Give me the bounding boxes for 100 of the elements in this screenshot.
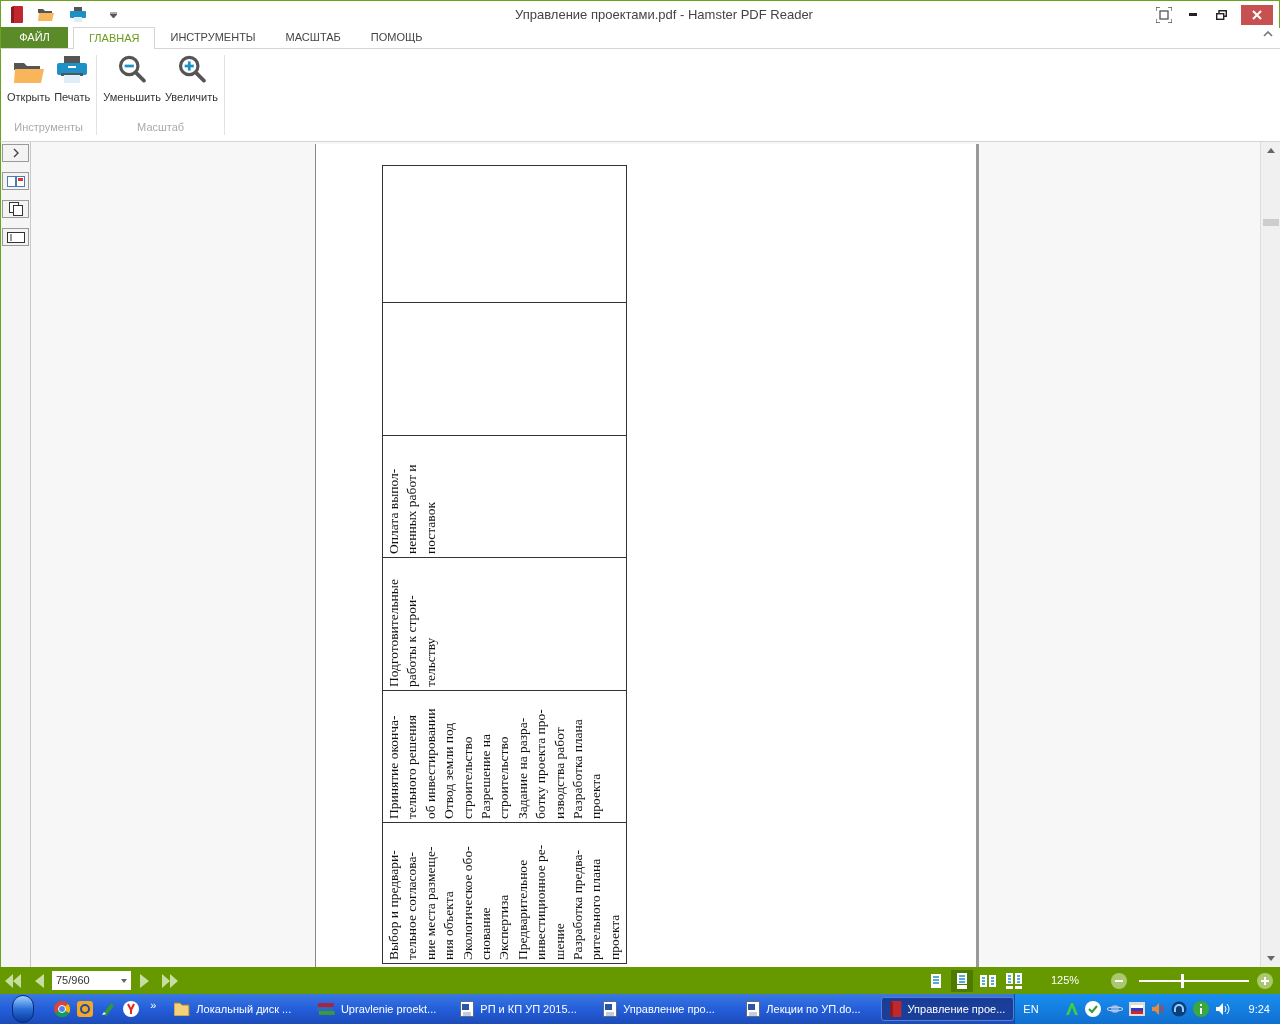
- thumbnails-icon: [6, 175, 25, 187]
- taskbar-task-button[interactable]: Управление про...: [595, 997, 731, 1021]
- volume-icon[interactable]: [1214, 1002, 1231, 1016]
- speaker-icon[interactable]: [1150, 1002, 1165, 1016]
- info-icon[interactable]: [1192, 1001, 1209, 1017]
- document-icon: [460, 1001, 475, 1017]
- cell-text-line: Задание на разра-: [513, 716, 531, 819]
- file-tab[interactable]: ФАЙЛ: [1, 27, 68, 48]
- cell-text-line: Отвод земли под: [440, 721, 458, 819]
- ribbon-tab[interactable]: МАСШТАБ: [270, 27, 356, 48]
- cell-text-line: Подготовительные: [385, 578, 402, 687]
- clock[interactable]: 9:24: [1248, 1000, 1270, 1018]
- plus-icon: [1261, 976, 1269, 985]
- ribbon-button[interactable]: Печать: [52, 55, 93, 107]
- text-field-icon: [6, 231, 25, 243]
- folder-icon: [38, 8, 54, 21]
- cell-text-line: Экспертиза: [495, 893, 513, 960]
- cell-text-line: ботку проекта про-: [532, 708, 550, 819]
- taskbar-task-button[interactable]: Локальный диск ...: [166, 997, 302, 1021]
- taskbar-task-button[interactable]: Upravlenie proekt...: [309, 997, 445, 1021]
- start-button[interactable]: [12, 995, 35, 1023]
- cell-text-line: снование: [477, 906, 495, 960]
- zoom-percentage: 125%: [1051, 973, 1081, 989]
- chevron-up-icon: [1263, 31, 1273, 37]
- language-indicator[interactable]: EN: [1023, 1000, 1039, 1018]
- more-quick-launch-button[interactable]: »: [150, 996, 157, 1014]
- book-icon: [890, 1001, 902, 1017]
- folder-icon: [174, 1002, 191, 1016]
- cell-text-line: инвестиционное ре-: [532, 843, 550, 960]
- restore-icon: [1215, 9, 1227, 20]
- bookmarks-button[interactable]: [2, 228, 29, 246]
- single-page-icon: [931, 973, 941, 988]
- yandex-browser-icon[interactable]: [123, 1001, 140, 1017]
- cell-text-line: ние места размеще-: [421, 845, 439, 960]
- cell-text-line: Предварительное: [513, 858, 531, 960]
- planet-icon[interactable]: [1106, 1002, 1123, 1016]
- ribbon-button[interactable]: Уменьшить: [101, 55, 163, 107]
- cell-text-line: Оплата выпол-: [385, 467, 402, 554]
- zoom-out-button[interactable]: [1111, 972, 1127, 989]
- headphones-icon[interactable]: [1170, 1001, 1187, 1017]
- cell-text-line: Выбор и предвари-: [385, 849, 402, 960]
- minimize-icon: [1189, 13, 1197, 16]
- flag-icon[interactable]: [1128, 1002, 1145, 1016]
- thumbnails-button[interactable]: [2, 172, 29, 190]
- folder-icon: [13, 60, 44, 83]
- ribbon-button[interactable]: Увеличить: [162, 55, 221, 107]
- cell-text-line: поставок: [421, 501, 439, 554]
- checkmark-icon[interactable]: [1084, 1001, 1101, 1017]
- stacked-pages-icon: [8, 202, 23, 216]
- expand-panel-button[interactable]: [2, 144, 29, 162]
- taskbar-task-button[interactable]: Лекции по УП.do...: [738, 997, 874, 1021]
- zoom-in-icon: [176, 55, 207, 83]
- taskbar-task-button[interactable]: РП и КП УП 2015...: [452, 997, 588, 1021]
- document-icon: [603, 1001, 618, 1017]
- page-number-field[interactable]: 75/960: [52, 971, 131, 990]
- cell-text-line: ненных работ и: [403, 463, 421, 554]
- cell-text-line: шение: [550, 922, 568, 960]
- cell-text-line: Разработка предва-: [569, 849, 587, 960]
- scrollbar-thumb[interactable]: [1263, 219, 1279, 226]
- two-pages-icon: [980, 974, 996, 987]
- ribbon-tab[interactable]: ИНСТРУМЕНТЫ: [155, 27, 271, 48]
- view-mode-button[interactable]: [951, 969, 973, 992]
- scroll-down-arrow-icon: [1266, 956, 1275, 961]
- open-quick-button[interactable]: [37, 6, 55, 23]
- chevron-right-icon: [12, 148, 19, 158]
- two-pages-continuous-icon: [1006, 972, 1022, 989]
- ribbon-group-label: Масштаб: [137, 119, 185, 135]
- at-sign-icon[interactable]: [77, 1001, 94, 1017]
- ribbon-tab[interactable]: ПОМОЩЬ: [355, 27, 438, 48]
- cell-text-line: Разработка плана: [569, 718, 587, 819]
- print-quick-button[interactable]: [69, 6, 87, 23]
- close-button[interactable]: [1241, 4, 1273, 25]
- continuous-pages-icon: [957, 972, 967, 989]
- cell-text-line: тельное согласова-: [403, 850, 421, 960]
- taskbar-task-button[interactable]: Управление прое...: [881, 997, 1015, 1021]
- cell-text-line: тельного решения: [403, 714, 421, 819]
- books-icon: [317, 1002, 335, 1016]
- cell-text-line: проекта: [605, 913, 623, 960]
- double-left-arrow-icon: [5, 973, 21, 988]
- cell-text-line: тельству: [421, 636, 439, 687]
- vertical-scrollbar[interactable]: [1260, 142, 1280, 967]
- ribbon-button[interactable]: Открыть: [5, 55, 53, 107]
- marker-icon[interactable]: [100, 1001, 117, 1017]
- zoom-out-icon: [117, 55, 148, 83]
- caret-icon: [121, 978, 127, 983]
- browser-icon[interactable]: [54, 1001, 71, 1017]
- ribbon-tab[interactable]: ГЛАВНАЯ: [73, 27, 156, 49]
- cell-text-line: изводства работ: [550, 726, 568, 819]
- cell-text-line: строительство: [458, 735, 476, 819]
- zoom-in-button[interactable]: [1257, 972, 1273, 989]
- cell-text-line: рительного плана: [587, 857, 605, 960]
- zoom-slider-thumb[interactable]: [1180, 973, 1184, 988]
- zoom-slider[interactable]: [1139, 973, 1249, 988]
- letter-icon[interactable]: [1064, 1002, 1079, 1016]
- pages-button[interactable]: [2, 200, 29, 218]
- ribbon-group-label: Инструменты: [14, 119, 83, 135]
- document-icon: [746, 1001, 761, 1017]
- cell-text-line: Принятие оконча-: [385, 714, 402, 819]
- window-title: Управление проектами.pdf - Hamster PDF Reader: [515, 5, 813, 24]
- fullscreen-icon: [1156, 6, 1172, 23]
